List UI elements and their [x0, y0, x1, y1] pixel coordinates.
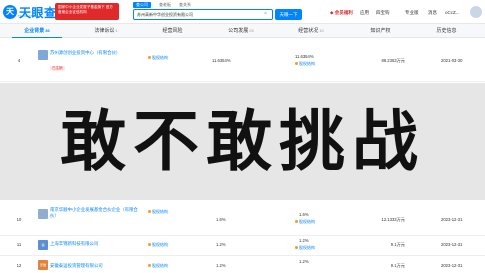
registered-capital: 9.1万元 [390, 263, 405, 268]
registered-capital: 9.1万元 [390, 242, 405, 247]
company-name-link[interactable]: 安徽泰运投资管理有限公司 [50, 263, 142, 269]
tab-legal-litigation[interactable]: 法律诉讼1 [82, 24, 130, 38]
row-index: 10 [16, 217, 22, 222]
tab-label: 历史信息 [436, 28, 457, 34]
tab-label: 经营风险 [162, 28, 183, 34]
search-mode-tabs: 查公司 查老板 查关系 [133, 2, 191, 8]
equity-label: 股权结构 [152, 242, 168, 247]
tab-enterprise-background[interactable]: 企业背景36 [12, 24, 62, 38]
top-header: 天 天眼查 TianYanCha.com 国家中小企业发展子基金旗下 官方备案企… [0, 0, 485, 24]
user-name[interactable]: oCcZ... [445, 10, 460, 15]
company-logo: 安徽 [38, 260, 48, 270]
vip-benefits-link[interactable]: ◆ 会员福利 [330, 10, 353, 16]
table-row: 12 安徽 安徽泰运投资管理有限公司 股权结构 1.2% 1.2% 9.1万元 … [0, 256, 485, 273]
tab-count: 36 [45, 28, 50, 33]
invest-ratio: 1.6% [216, 217, 226, 222]
invest-ratio: 1.2% [216, 263, 226, 268]
sibao-menu[interactable]: 四宝钩 [376, 10, 390, 16]
messages-link[interactable]: 消息 [428, 10, 437, 16]
vip-label: 会员福利 [334, 10, 353, 15]
equity-structure-link[interactable]: 股权结构 [148, 209, 168, 215]
clear-icon[interactable]: × [264, 11, 267, 17]
tab-label: 知识产权 [370, 28, 391, 34]
company-logo [38, 209, 48, 219]
invest-ratio: 1.2% [216, 242, 226, 247]
tab-label: 经营状况 [298, 28, 319, 34]
sub-equity-link[interactable]: 股权结构 [295, 245, 315, 251]
official-badge: 国家中小企业发展子基金旗下 官方备案企业征信机构 [55, 3, 119, 20]
logo-icon: 天 [3, 5, 17, 19]
company-logo [38, 50, 48, 60]
watermark-text: 敢不敢挑战 [60, 103, 425, 180]
pro-edition-link[interactable]: 专业版 [405, 10, 419, 16]
search-input[interactable]: 苏州高新中华创业投资有限公司 [133, 9, 273, 20]
equity-structure-link[interactable]: 股权结构 [148, 242, 168, 248]
equity-label: 股权结构 [299, 61, 315, 66]
equity-label: 股权结构 [152, 263, 168, 268]
company-name-link[interactable]: 南京华顺中小企业发展基金合伙企业（有限合伙） [50, 207, 142, 219]
equity-structure-link[interactable]: 股权结构 [148, 55, 168, 61]
established-date: 2023-12-31 [441, 242, 463, 247]
sub-ratio: 11.6354% [295, 54, 314, 59]
search-tab-boss[interactable]: 查老板 [159, 2, 171, 8]
row-index: 4 [17, 58, 21, 63]
invest-ratio: 11.6354% [212, 58, 231, 63]
equity-label: 股权结构 [299, 219, 315, 224]
sub-ratio: 1.2% [299, 259, 309, 264]
registered-capital: 88.2353万元 [381, 58, 405, 63]
equity-structure-link[interactable]: 股权结构 [148, 263, 168, 269]
established-date: 2023-12-31 [441, 263, 463, 268]
app-menu[interactable]: 应用 [360, 10, 369, 16]
registered-capital: 12.1333万元 [381, 217, 405, 222]
sub-ratio: 1.6% [299, 212, 309, 217]
company-name-link[interactable]: 上海丰锦新科技有限公司 [50, 241, 142, 247]
tab-count: 10 [319, 28, 324, 33]
equity-label: 股权结构 [152, 209, 168, 214]
tab-label: 法律诉讼 [94, 28, 115, 34]
gift-icon: ◆ [330, 10, 334, 15]
logo-subtitle: TianYanCha.com [18, 14, 41, 18]
tab-operational-risk[interactable]: 经营风险 [150, 24, 196, 38]
equity-label: 股权结构 [152, 55, 168, 60]
tab-history-info[interactable]: 历史信息 [424, 24, 470, 38]
status-badge: 已注销 [50, 66, 65, 71]
tab-count: 25 [249, 28, 254, 33]
sub-equity-link[interactable]: 股权结构 [295, 219, 315, 225]
established-date: 2021-03-30 [441, 58, 463, 63]
sub-equity-link[interactable]: 股权结构 [295, 61, 315, 67]
table-row: 10 南京华顺中小企业发展基金合伙企业（有限合伙） 股权结构 1.6% 1.6%… [0, 203, 485, 236]
tab-count: 1 [115, 28, 118, 33]
equity-label: 股权结构 [299, 245, 315, 250]
established-date: 2023-12-31 [441, 217, 463, 222]
search-tab-relation[interactable]: 查关系 [179, 2, 191, 8]
search-tab-company[interactable]: 查公司 [133, 2, 151, 8]
search-button[interactable]: 天眼一下 [275, 9, 302, 20]
tab-intellectual-property[interactable]: 知识产权 [358, 24, 404, 38]
tab-label: 公司发展 [228, 28, 249, 34]
table-row: 4 苏州源创创业投资中心（有限合伙） 已注销 股权结构 11.6354% 11.… [0, 38, 485, 82]
table-row: 11 锦 上海丰锦新科技有限公司 股权结构 1.2% 1.2% 股权结构 9.1… [0, 236, 485, 256]
row-index: 12 [16, 263, 22, 268]
section-tab-bar: 企业背景36 法律诉讼1 经营风险 公司发展25 经营状况10 知识产权 历史信… [0, 24, 485, 38]
tab-business-status[interactable]: 经营状况10 [286, 24, 336, 38]
tab-label: 企业背景 [24, 28, 45, 34]
tab-company-development[interactable]: 公司发展25 [216, 24, 266, 38]
avatar[interactable] [470, 6, 482, 18]
row-index: 11 [16, 242, 22, 247]
watermark-overlay: 敢不敢挑战 [0, 83, 485, 200]
company-logo: 锦 [38, 240, 48, 250]
sub-ratio: 1.2% [299, 238, 309, 243]
company-name-link[interactable]: 苏州源创创业投资中心（有限合伙） [50, 50, 142, 56]
